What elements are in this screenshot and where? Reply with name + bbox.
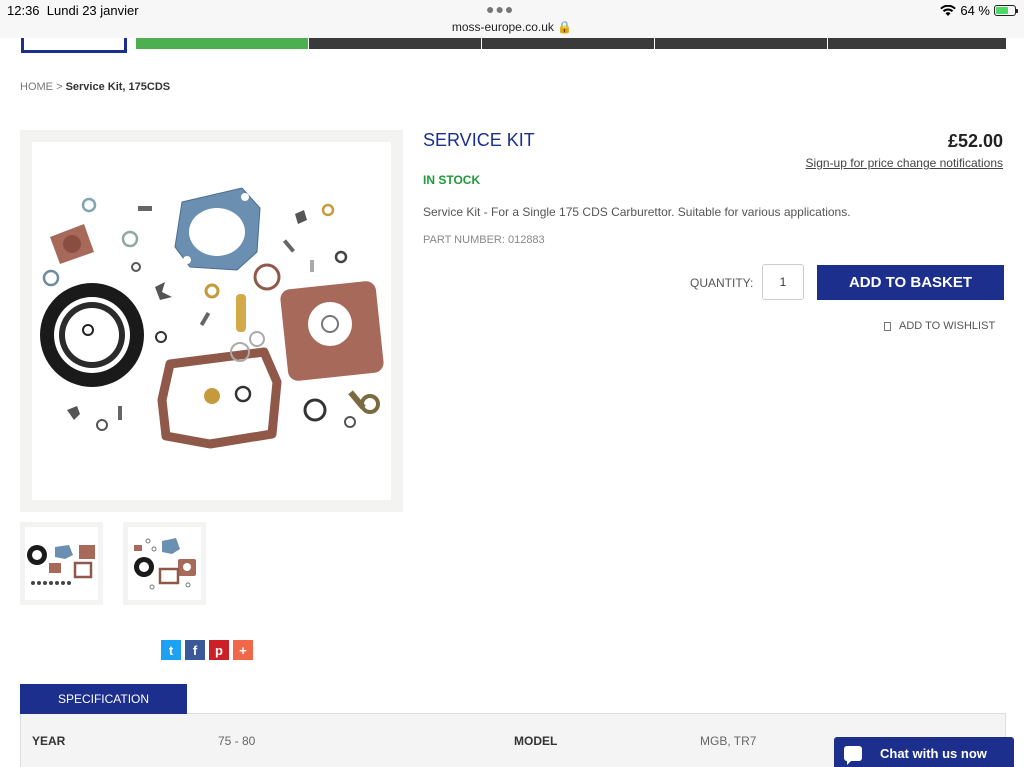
nav-item-green[interactable] xyxy=(136,38,308,49)
quantity-input[interactable] xyxy=(762,264,804,300)
product-main-image[interactable] xyxy=(20,130,403,512)
price-notify-link[interactable]: Sign-up for price change notifications xyxy=(806,156,1003,170)
wishlist-icon xyxy=(884,321,891,331)
thumbnail-kit-image xyxy=(134,538,196,590)
chat-label: Chat with us now xyxy=(880,745,987,761)
spec-value-year: 75 - 80 xyxy=(218,734,256,748)
add-to-wishlist-link[interactable]: ADD TO WISHLIST xyxy=(884,320,995,332)
multitask-dots-icon[interactable]: ●●● xyxy=(486,1,514,17)
status-indicators: 64 % xyxy=(940,3,1018,18)
product-price: £52.00 xyxy=(947,131,1003,151)
share-buttons: t f p + xyxy=(161,640,253,660)
breadcrumb: HOME > Service Kit, 175CDS xyxy=(20,81,171,93)
nav-item-2[interactable] xyxy=(309,38,481,49)
thumbnail-2[interactable] xyxy=(123,522,206,605)
pinterest-icon[interactable]: p xyxy=(209,640,229,660)
product-title: SERVICE KIT xyxy=(423,130,535,150)
product-description: Service Kit - For a Single 175 CDS Carbu… xyxy=(423,205,851,219)
tab-specification[interactable]: SPECIFICATION xyxy=(20,684,187,714)
nav-item-5[interactable] xyxy=(828,38,1006,49)
wishlist-label: ADD TO WISHLIST xyxy=(899,320,996,332)
chat-bubble-icon xyxy=(844,745,862,765)
nav-item-4[interactable] xyxy=(655,38,827,49)
quantity-label: QUANTITY: xyxy=(690,276,754,290)
thumbnail-kit-image xyxy=(27,545,95,585)
spec-key-model: MODEL xyxy=(514,734,558,748)
part-number: PART NUMBER: 012883 xyxy=(423,234,545,246)
spec-key-year: YEAR xyxy=(32,734,66,748)
thumbnail-1[interactable] xyxy=(20,522,103,605)
service-kit-parts-image xyxy=(40,187,384,449)
lock-icon: 🔒 xyxy=(557,20,573,34)
ios-status-bar: 12:36 Lundi 23 janvier ●●● moss-europe.c… xyxy=(0,0,1024,38)
address-bar[interactable]: moss-europe.co.uk 🔒 xyxy=(0,20,1024,34)
breadcrumb-home[interactable]: HOME xyxy=(20,81,53,93)
battery-icon xyxy=(994,5,1018,16)
site-logo[interactable] xyxy=(21,38,127,53)
twitter-icon[interactable]: t xyxy=(161,640,181,660)
wifi-icon xyxy=(940,4,957,16)
battery-percent: 64 % xyxy=(960,3,990,18)
status-time: 12:36 Lundi 23 janvier xyxy=(7,3,139,18)
chat-widget-button[interactable]: Chat with us now xyxy=(834,737,1014,767)
breadcrumb-current: Service Kit, 175CDS xyxy=(65,81,171,93)
facebook-icon[interactable]: f xyxy=(185,640,205,660)
share-more-icon[interactable]: + xyxy=(233,640,253,660)
spec-value-model: MGB, TR7 xyxy=(700,734,757,748)
nav-item-3[interactable] xyxy=(482,38,654,49)
add-to-basket-button[interactable]: ADD TO BASKET xyxy=(817,265,1004,300)
stock-status: IN STOCK xyxy=(423,173,481,187)
